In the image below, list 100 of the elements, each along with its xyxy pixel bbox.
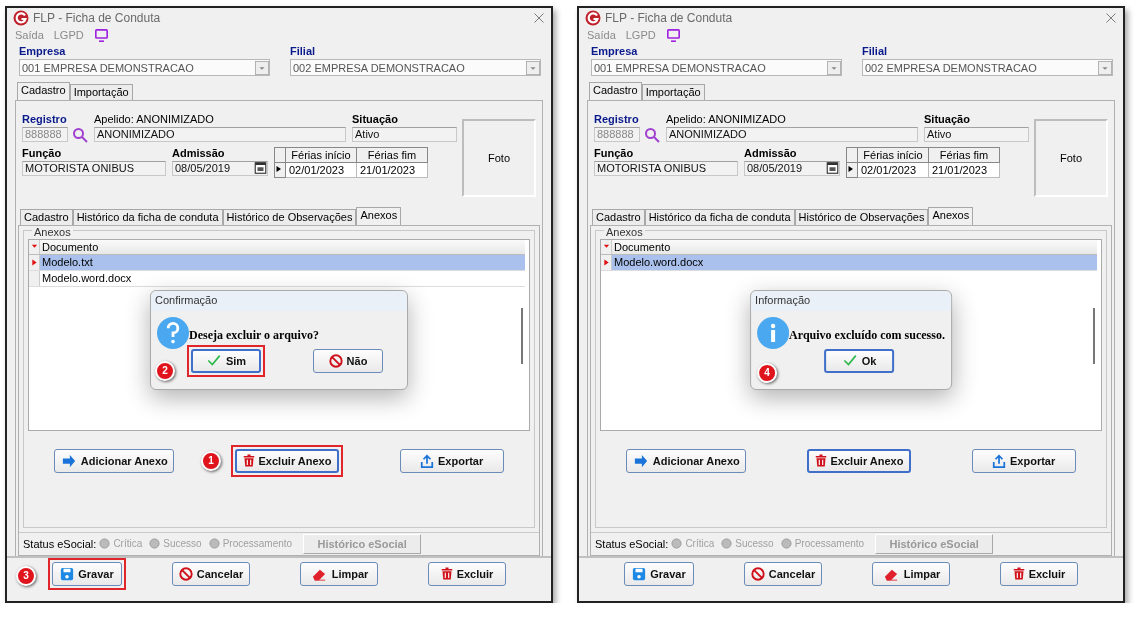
window-title: FLP - Ficha de Conduta — [33, 10, 162, 25]
status-option: Processamento — [794, 538, 865, 550]
no-entry-icon — [750, 566, 765, 581]
column-header: Férias fim — [356, 147, 428, 163]
file-name: Modelo.txt — [41, 256, 93, 269]
name-field[interactable]: ANONIMIZADO — [94, 126, 346, 142]
radio-indicator — [721, 538, 733, 550]
tab[interactable]: Cadastro — [20, 208, 73, 225]
tab[interactable]: Anexos — [356, 206, 402, 225]
company-dropdown[interactable]: 002 EMPRESA DEMONSTRACAO — [862, 59, 1113, 77]
no-entry-icon — [328, 353, 343, 368]
tab[interactable]: Cadastro — [589, 82, 642, 100]
tab[interactable]: Importação — [69, 84, 133, 100]
file-name: Modelo.word.docx — [41, 272, 132, 285]
company-dropdown[interactable]: 001 EMPRESA DEMONSTRACAO — [591, 59, 842, 77]
group-title: Anexos — [32, 225, 73, 238]
field-label: Empresa — [591, 45, 639, 58]
app-logo-icon — [585, 9, 601, 26]
row-selector[interactable] — [29, 254, 40, 270]
question-icon — [157, 316, 189, 349]
trash-icon — [242, 453, 255, 469]
tab[interactable]: Anexos — [928, 206, 974, 225]
search-icon — [72, 126, 88, 143]
status-field[interactable]: Ativo — [924, 126, 1029, 142]
table-cell: 02/01/2023 — [857, 162, 929, 178]
date-field[interactable]: 08/05/2019 — [744, 160, 840, 176]
trash-icon — [440, 566, 453, 582]
action-button[interactable]: Exportar — [399, 448, 504, 473]
tab[interactable]: Cadastro — [17, 82, 70, 100]
column-header: Férias início — [857, 147, 929, 163]
action-button[interactable]: Excluir — [428, 561, 506, 586]
tab[interactable]: Importação — [641, 84, 705, 100]
step-badge: 4 — [757, 362, 778, 383]
status-option: Sucesso — [735, 538, 774, 550]
trash-icon — [814, 453, 827, 469]
action-button[interactable]: Cancelar — [744, 561, 822, 586]
table-cell: 21/01/2023 — [356, 162, 428, 178]
tab[interactable]: Histórico de Observações — [794, 208, 929, 225]
no-entry-icon — [178, 566, 193, 581]
column-header: Documento — [41, 240, 99, 253]
step-badge: 2 — [155, 360, 175, 381]
company-dropdown[interactable]: 002 EMPRESA DEMONSTRACAO — [290, 59, 541, 77]
close-icon — [1105, 11, 1117, 24]
scrollbar[interactable] — [1093, 307, 1095, 364]
action-button[interactable]: Excluir Anexo — [235, 448, 339, 473]
monitor-icon — [93, 28, 109, 42]
status-option: Sucesso — [163, 538, 202, 550]
photo-field[interactable]: Foto — [1034, 118, 1108, 197]
action-button[interactable]: Exportar — [971, 448, 1076, 473]
role-field[interactable]: MOTORISTA ONIBUS — [594, 160, 738, 176]
action-button[interactable]: Limpar — [872, 561, 950, 586]
role-field[interactable]: MOTORISTA ONIBUS — [22, 160, 166, 176]
action-button[interactable]: Adicionar Anexo — [626, 448, 747, 473]
field-label: Situação — [352, 112, 399, 125]
status-label: Status eSocial: — [23, 537, 97, 550]
action-button[interactable]: Excluir — [1000, 561, 1078, 586]
action-button[interactable]: Sim — [191, 348, 261, 373]
field-label: Registro — [22, 112, 68, 125]
tab[interactable]: Cadastro — [592, 208, 645, 225]
step-badge: 3 — [16, 565, 36, 586]
action-button[interactable]: Excluir Anexo — [807, 448, 911, 473]
row-selector[interactable] — [601, 254, 612, 270]
dialog-title: Confirmação — [151, 290, 407, 311]
upload-icon — [992, 453, 1006, 468]
arrow-right-icon — [632, 453, 649, 468]
table-cell: 02/01/2023 — [285, 162, 357, 178]
column-header: Documento — [613, 240, 671, 253]
date-field[interactable]: 08/05/2019 — [172, 160, 268, 176]
status-field[interactable]: Ativo — [352, 126, 457, 142]
status-option: Crítica — [685, 538, 715, 550]
action-button[interactable]: Gravar — [624, 561, 694, 586]
field-label: Filial — [290, 45, 317, 58]
tab[interactable]: Histórico da ficha de conduta — [72, 208, 223, 225]
action-button[interactable]: Cancelar — [172, 561, 250, 586]
close-icon — [533, 11, 545, 24]
action-button[interactable]: Não — [313, 348, 383, 373]
scrollbar[interactable] — [521, 307, 523, 364]
action-button[interactable]: Limpar — [300, 561, 378, 586]
action-button[interactable]: Gravar — [52, 561, 122, 586]
status-label: Status eSocial: — [595, 537, 669, 550]
field-label: Admissão — [172, 146, 226, 159]
name-field[interactable]: ANONIMIZADO — [666, 126, 918, 142]
dialog-message: Arquivo excluído com sucesso. — [789, 327, 945, 344]
action-button[interactable]: Ok — [824, 348, 894, 373]
tab[interactable]: Histórico da ficha de conduta — [644, 208, 795, 225]
action-button[interactable]: Adicionar Anexo — [54, 448, 175, 473]
photo-field[interactable]: Foto — [462, 118, 536, 197]
field-label: Registro — [594, 112, 640, 125]
field-label: Função — [22, 146, 63, 159]
upload-icon — [420, 453, 434, 468]
field-label: Empresa — [19, 45, 67, 58]
field-label: Apelido: ANONIMIZADO — [94, 112, 215, 125]
check-icon — [205, 354, 222, 368]
tab[interactable]: Histórico de Observações — [222, 208, 357, 225]
radio-indicator — [99, 538, 111, 550]
field-label: Filial — [862, 45, 889, 58]
group-title: Anexos — [604, 225, 645, 238]
field-label: Admissão — [744, 146, 798, 159]
company-dropdown[interactable]: 001 EMPRESA DEMONSTRACAO — [19, 59, 270, 77]
field-label: Função — [594, 146, 635, 159]
